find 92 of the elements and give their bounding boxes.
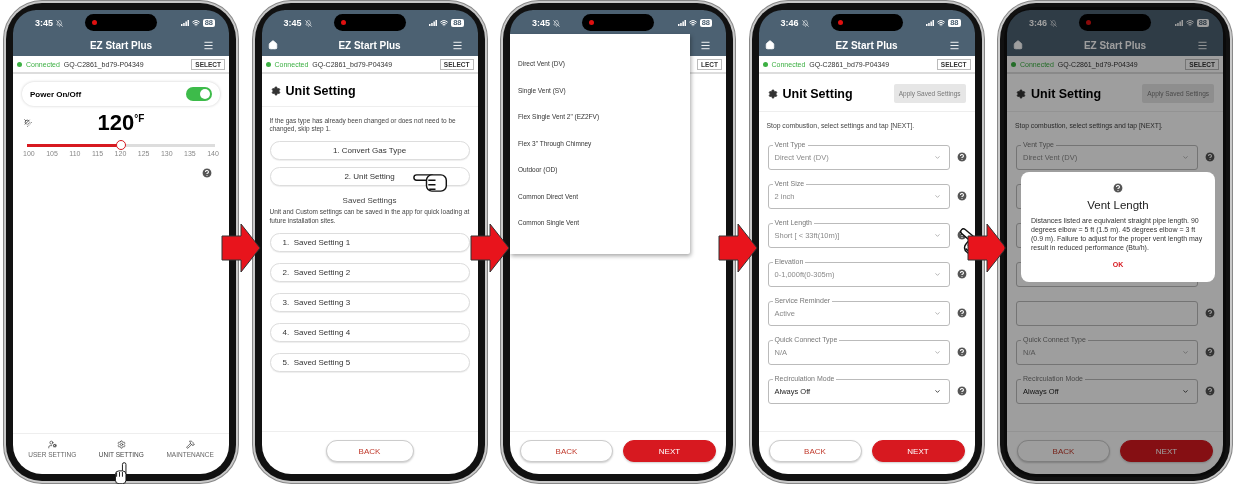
app-title: EZ Start Plus <box>88 39 154 51</box>
caret-icon <box>933 309 941 317</box>
bell-off-icon <box>801 19 809 27</box>
help-icon[interactable] <box>955 346 968 359</box>
temperature-unit: °F <box>134 113 145 124</box>
slider-thumb[interactable] <box>116 140 126 150</box>
wifi-icon <box>440 19 449 27</box>
section-title: Saved Settings <box>341 195 398 207</box>
back-button[interactable]: BACK <box>520 440 613 462</box>
page-title: Unit Setting <box>1031 86 1102 101</box>
home-icon[interactable] <box>764 40 775 50</box>
right-arrow-icon <box>221 223 262 273</box>
help-icon[interactable] <box>955 268 968 281</box>
help-icon[interactable] <box>955 151 968 164</box>
signal-icon <box>677 20 686 26</box>
home-icon[interactable] <box>1013 40 1023 50</box>
help-icon[interactable] <box>955 190 968 203</box>
saved-setting-button[interactable]: 2. Saved Setting 2 <box>269 263 470 283</box>
menu-icon[interactable] <box>700 39 711 51</box>
app-title: EZ Start Plus <box>834 39 899 51</box>
nav-icon <box>116 440 126 449</box>
home-icon[interactable] <box>267 40 278 50</box>
next-button[interactable]: NEXT <box>1120 440 1213 462</box>
page-title: Unit Setting <box>285 84 356 98</box>
gear-icon <box>767 88 778 99</box>
gear-icon <box>1016 88 1026 99</box>
caret-icon <box>933 192 941 200</box>
nav-icon <box>47 440 57 449</box>
saved-setting-button[interactable]: 3. Saved Setting 3 <box>269 293 470 313</box>
caret-icon <box>933 270 941 278</box>
caret-icon <box>1182 153 1189 161</box>
back-button[interactable]: BACK <box>1017 440 1110 462</box>
menu-icon[interactable] <box>1197 39 1208 51</box>
bell-off-icon <box>304 19 312 27</box>
app-title: EZ Start Plus <box>1082 39 1148 51</box>
menu-icon[interactable] <box>203 39 214 51</box>
caret-icon <box>1182 387 1189 395</box>
right-arrow-icon <box>718 223 759 273</box>
status-dot-icon <box>1011 61 1016 67</box>
status-dot-icon <box>17 61 22 67</box>
status-time: 3:45 <box>532 18 550 28</box>
caret-icon <box>1182 348 1189 356</box>
status-dot-icon <box>762 61 768 67</box>
wifi-icon <box>1185 19 1194 27</box>
next-button[interactable]: NEXT <box>623 440 716 462</box>
signal-icon <box>180 20 189 26</box>
bell-off-icon <box>56 19 63 27</box>
bell-off-icon <box>1050 19 1057 27</box>
right-arrow-icon <box>966 223 1007 273</box>
camera-island <box>85 14 157 31</box>
select-field[interactable] <box>1016 300 1198 326</box>
status-time: 3:45 <box>35 18 53 28</box>
camera-island <box>1079 14 1151 31</box>
caret-icon <box>933 231 941 239</box>
menu-icon[interactable] <box>948 39 960 51</box>
menu-icon[interactable] <box>451 39 463 51</box>
help-icon[interactable] <box>955 385 968 398</box>
caret-icon <box>933 387 941 395</box>
status-time: 3:46 <box>780 18 799 28</box>
caret-icon <box>933 348 941 356</box>
saved-setting-button[interactable]: 5. Saved Setting 5 <box>269 353 470 373</box>
help-icon[interactable] <box>201 167 213 179</box>
dialog-title: Vent Length <box>1087 199 1149 211</box>
back-button[interactable]: BACK <box>325 440 414 462</box>
camera-island <box>582 14 654 31</box>
help-icon[interactable] <box>955 307 968 320</box>
gear-icon <box>270 86 281 96</box>
caret-icon <box>933 153 941 161</box>
status-dot-icon <box>265 61 271 67</box>
signal-icon <box>429 20 438 26</box>
step-button[interactable]: 2. Unit Setting <box>269 166 470 186</box>
right-arrow-icon <box>469 223 510 273</box>
step-button[interactable]: 1. Convert Gas Type <box>269 140 470 160</box>
status-time: 3:46 <box>1029 18 1047 28</box>
wifi-icon <box>688 19 697 27</box>
power-toggle[interactable] <box>186 87 212 101</box>
help-icon[interactable] <box>1112 182 1124 194</box>
saved-setting-button[interactable]: 4. Saved Setting 4 <box>269 323 470 343</box>
power-label: Power On/Off <box>30 89 82 99</box>
bell-off-icon <box>553 19 560 27</box>
nav-icon <box>185 440 195 449</box>
page-title: Unit Setting <box>782 86 853 101</box>
saved-setting-button[interactable]: 1. Saved Setting 1 <box>269 233 470 253</box>
temperature-value: 120 <box>97 110 135 136</box>
next-button[interactable]: NEXT <box>871 440 965 462</box>
status-time: 3:45 <box>283 18 302 28</box>
signal-icon <box>926 20 935 26</box>
app-title: EZ Start Plus <box>337 39 402 51</box>
wifi-icon <box>191 19 200 27</box>
wifi-icon <box>937 19 946 27</box>
signal-icon <box>1174 20 1183 26</box>
back-button[interactable]: BACK <box>768 440 862 462</box>
